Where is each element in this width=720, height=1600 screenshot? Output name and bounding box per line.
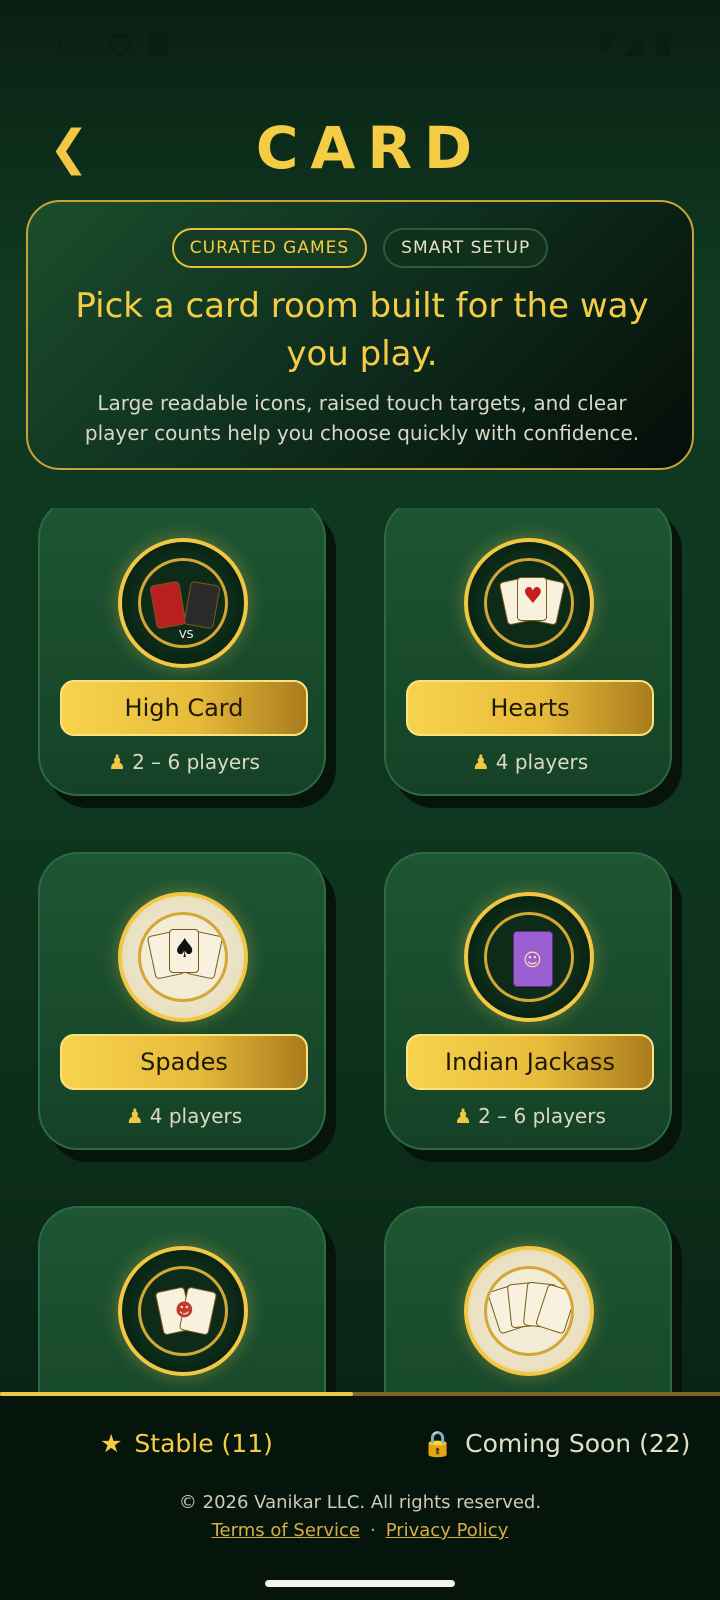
game-card-rummy[interactable] bbox=[384, 1206, 672, 1394]
player-icon: ♟ bbox=[454, 1104, 473, 1128]
game-card-indian-jackass[interactable]: ☺ Indian Jackass ♟ 2 – 6 players bbox=[384, 852, 672, 1150]
jackass-icon-art: ☺ bbox=[484, 912, 574, 1002]
rummy-cards-icon bbox=[464, 1246, 594, 1376]
red-card-icon bbox=[149, 580, 187, 630]
game-players: ♟ 2 – 6 players bbox=[386, 1104, 674, 1128]
home-indicator[interactable] bbox=[265, 1580, 455, 1587]
link-separator: · bbox=[369, 1520, 376, 1541]
signal-icon bbox=[622, 34, 644, 56]
high-card-icon: VS bbox=[118, 538, 248, 668]
battery-icon bbox=[656, 34, 670, 56]
star-icon: ★ bbox=[100, 1429, 123, 1458]
hero-subtitle: Large readable icons, raised touch targe… bbox=[84, 391, 640, 445]
tab-coming-soon[interactable]: 🔒 Coming Soon (22) bbox=[422, 1422, 690, 1466]
chip-smart-setup[interactable]: SMART SETUP bbox=[383, 228, 549, 268]
tab-coming-soon-label: Coming Soon (22) bbox=[465, 1429, 691, 1458]
joker-cards-icon-art: ☻ bbox=[138, 1266, 228, 1356]
jackass-icon: ☺ bbox=[464, 892, 594, 1022]
status-time: 7:52 bbox=[52, 30, 106, 58]
hearts-icon: ♥ bbox=[464, 538, 594, 668]
terms-link[interactable]: Terms of Service bbox=[212, 1520, 360, 1541]
game-players-label: 2 – 6 players bbox=[132, 750, 260, 774]
tab-stable[interactable]: ★ Stable (11) bbox=[100, 1422, 273, 1466]
game-players: ♟ 4 players bbox=[386, 750, 674, 774]
heart-suit-icon: ♥ bbox=[523, 584, 543, 609]
vs-icon: VS bbox=[179, 628, 194, 641]
high-card-icon-art: VS bbox=[138, 558, 228, 648]
spades-icon-art: ♠ bbox=[138, 912, 228, 1002]
app-screen: 7:52 ❮ CARD GAMES CURATED GAMES SMART SE… bbox=[0, 0, 720, 1600]
hero-banner: CURATED GAMES SMART SETUP Pick a card ro… bbox=[26, 200, 694, 470]
bottom-bar: ★ Stable (11) 🔒 Coming Soon (22) © 2026 Va… bbox=[0, 1392, 720, 1600]
player-icon: ♟ bbox=[471, 750, 490, 774]
game-grid: VS High Card ♟ 2 – 6 players ♥ Hearts ♟ 4 … bbox=[0, 508, 720, 1394]
jester-face-icon: ☺ bbox=[523, 950, 542, 971]
wifi-icon bbox=[592, 34, 618, 54]
player-icon: ♟ bbox=[125, 1104, 144, 1128]
hero-title: Pick a card room built for the way you p… bbox=[75, 286, 649, 374]
status-bar: 7:52 bbox=[0, 0, 720, 90]
lock-icon: 🔒 bbox=[422, 1429, 454, 1458]
player-icon: ♟ bbox=[108, 750, 127, 774]
game-card-joker[interactable]: ☻ bbox=[38, 1206, 326, 1394]
footer-links: Terms of Service · Privacy Policy bbox=[0, 1520, 720, 1541]
game-players-label: 2 – 6 players bbox=[478, 1104, 606, 1128]
shield-icon bbox=[110, 34, 130, 56]
game-players: ♟ 2 – 6 players bbox=[40, 750, 328, 774]
privacy-link[interactable]: Privacy Policy bbox=[386, 1520, 509, 1541]
rummy-cards-icon-art bbox=[484, 1266, 574, 1356]
hearts-icon-art: ♥ bbox=[484, 558, 574, 648]
spades-icon: ♠ bbox=[118, 892, 248, 1022]
sim-card-icon bbox=[148, 34, 168, 56]
game-name: Indian Jackass bbox=[406, 1034, 654, 1090]
scroll-progress-track bbox=[0, 1392, 720, 1396]
joker-face-icon: ☻ bbox=[175, 1300, 194, 1321]
joker-cards-icon: ☻ bbox=[118, 1246, 248, 1376]
game-players-label: 4 players bbox=[149, 1104, 243, 1128]
chip-curated-games[interactable]: CURATED GAMES bbox=[171, 228, 368, 268]
tab-stable-label: Stable (11) bbox=[134, 1429, 273, 1458]
game-name: High Card bbox=[60, 680, 308, 736]
back-button[interactable]: ❮ bbox=[44, 118, 94, 178]
game-name: Spades bbox=[60, 1034, 308, 1090]
game-name: Hearts bbox=[406, 680, 654, 736]
game-card-spades[interactable]: ♠ Spades ♟ 4 players bbox=[38, 852, 326, 1150]
chip-row: CURATED GAMES SMART SETUP bbox=[28, 228, 692, 268]
game-players: ♟ 4 players bbox=[40, 1104, 328, 1128]
scroll-progress-fill bbox=[0, 1392, 353, 1396]
spade-suit-icon: ♠ bbox=[173, 934, 197, 964]
game-card-hearts[interactable]: ♥ Hearts ♟ 4 players bbox=[384, 508, 672, 796]
copyright-text: © 2026 Vanikar LLC. All rights reserved. bbox=[178, 1492, 542, 1513]
game-card-high-card[interactable]: VS High Card ♟ 2 – 6 players bbox=[38, 508, 326, 796]
game-players-label: 4 players bbox=[495, 750, 589, 774]
black-card-icon bbox=[183, 580, 221, 630]
